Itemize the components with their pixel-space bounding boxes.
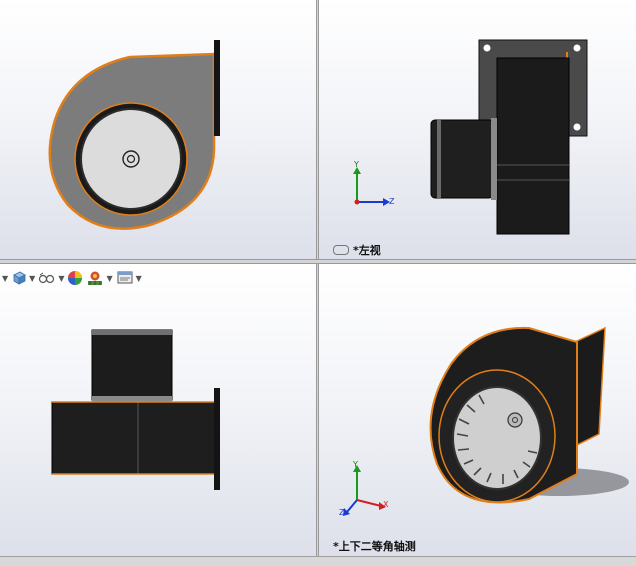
triad-y-label: Y	[353, 460, 358, 469]
hide-show-items-button[interactable]: ▼	[38, 268, 64, 288]
apply-scene-icon	[88, 271, 103, 285]
display-style-cube-icon	[13, 271, 26, 285]
triad-x-label: X	[383, 500, 389, 509]
viewport-isometric[interactable]: Y X Z *上下二等角轴测	[319, 264, 636, 556]
axis-triad	[343, 465, 386, 516]
viewport-horizontal-splitter[interactable]	[0, 259, 636, 264]
view-orientation-dropdown[interactable]: ▼	[0, 268, 8, 288]
view-settings-button[interactable]: ▼	[116, 268, 142, 288]
viewport-label: *左视	[333, 242, 381, 258]
viewport-label: *上下二等角轴测	[333, 540, 416, 553]
chevron-down-icon: ▼	[29, 273, 36, 283]
viewport-front[interactable]	[0, 0, 316, 259]
viewport-left-view[interactable]: Y Z *左视	[319, 0, 636, 259]
left-view-model	[430, 39, 588, 235]
triad-y-label: Y	[354, 160, 359, 169]
top-view-model	[51, 329, 220, 490]
front-view-model	[48, 40, 220, 230]
display-style-button[interactable]: ▼	[11, 268, 35, 288]
edit-appearance-button[interactable]	[67, 268, 83, 288]
apply-scene-button[interactable]: ▼	[86, 268, 113, 288]
edit-appearance-icon	[68, 271, 83, 285]
chevron-down-icon: ▼	[135, 273, 142, 283]
chevron-down-icon: ▼	[2, 273, 9, 283]
viewport-vertical-splitter[interactable]	[316, 0, 319, 556]
link-views-icon[interactable]	[333, 245, 349, 255]
triad-z-label: Z	[339, 508, 345, 517]
view-settings-icon	[117, 271, 133, 284]
hide-show-items-icon	[39, 272, 55, 284]
heads-up-view-toolbar: ▼ ▼ ▼ ▼ ▼	[0, 268, 145, 288]
view-name: *左视	[353, 244, 381, 257]
viewport-top-view[interactable]	[0, 264, 316, 556]
chevron-down-icon: ▼	[58, 273, 65, 283]
chevron-down-icon: ▼	[106, 273, 113, 283]
status-bar	[0, 556, 636, 566]
triad-z-label: Z	[389, 197, 395, 206]
axis-triad	[353, 167, 390, 206]
